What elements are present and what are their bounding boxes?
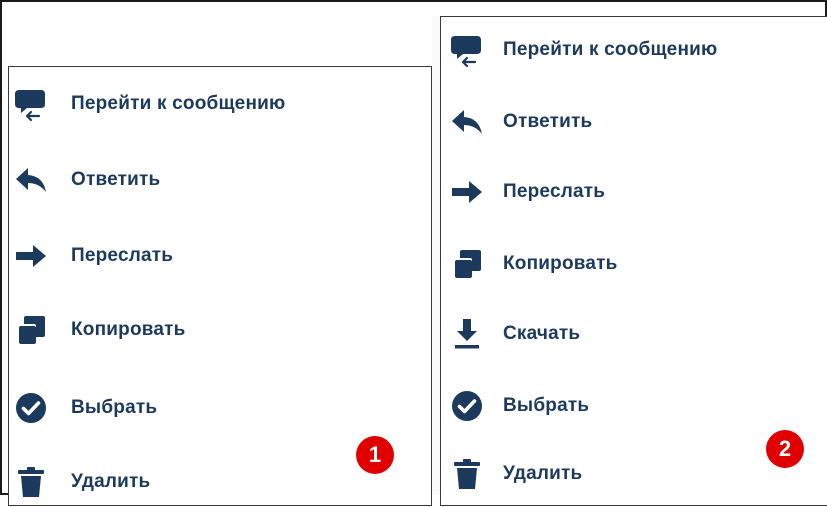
menu-item-label: Перейти к сообщению bbox=[71, 93, 286, 114]
menu-item-label: Копировать bbox=[71, 319, 186, 340]
menu2-item-select[interactable]: Выбрать bbox=[441, 381, 827, 431]
menu-item-label: Удалить bbox=[503, 463, 583, 484]
menu-item-label: Переслать bbox=[71, 245, 174, 266]
reply-icon bbox=[449, 104, 485, 140]
menu-item-label: Выбрать bbox=[71, 397, 158, 418]
menu-item-label: Перейти к сообщению bbox=[503, 39, 718, 60]
menu-item-label: Скачать bbox=[503, 323, 581, 344]
menu-item-label: Удалить bbox=[71, 471, 151, 492]
menu-item-label: Ответить bbox=[503, 111, 593, 132]
menu-item-label: Ответить bbox=[71, 169, 161, 190]
menu2-item-forward[interactable]: Переслать bbox=[441, 167, 827, 217]
menu2-item-copy[interactable]: Копировать bbox=[441, 239, 827, 289]
menu-item-label: Копировать bbox=[503, 253, 618, 274]
menu-item-label: Переслать bbox=[503, 181, 606, 202]
menu2-item-go-to-message[interactable]: Перейти к сообщению bbox=[441, 25, 827, 75]
menu1-item-select[interactable]: Выбрать bbox=[9, 383, 431, 433]
copy-icon bbox=[449, 246, 485, 282]
menu2-item-download[interactable]: Скачать bbox=[441, 309, 827, 359]
copy-icon bbox=[13, 312, 49, 348]
reply-icon bbox=[13, 162, 49, 198]
go-to-message-icon bbox=[449, 32, 485, 68]
forward-icon bbox=[449, 174, 485, 210]
menu1-item-forward[interactable]: Переслать bbox=[9, 231, 431, 281]
menu1-item-reply[interactable]: Ответить bbox=[9, 155, 431, 205]
menu-item-label: Выбрать bbox=[503, 395, 590, 416]
go-to-message-icon bbox=[13, 86, 49, 122]
divider bbox=[432, 16, 440, 495]
number-badge-1: 1 bbox=[356, 436, 394, 474]
select-check-icon bbox=[13, 390, 49, 426]
select-check-icon bbox=[449, 388, 485, 424]
forward-icon bbox=[13, 238, 49, 274]
context-menu-2: Перейти к сообщению Ответить Переслать К… bbox=[440, 16, 827, 506]
number-badge-2: 2 bbox=[766, 430, 804, 468]
menu1-item-copy[interactable]: Копировать bbox=[9, 305, 431, 355]
trash-icon bbox=[449, 456, 485, 492]
menu2-item-reply[interactable]: Ответить bbox=[441, 97, 827, 147]
menu1-item-go-to-message[interactable]: Перейти к сообщению bbox=[9, 79, 431, 129]
download-icon bbox=[449, 316, 485, 352]
